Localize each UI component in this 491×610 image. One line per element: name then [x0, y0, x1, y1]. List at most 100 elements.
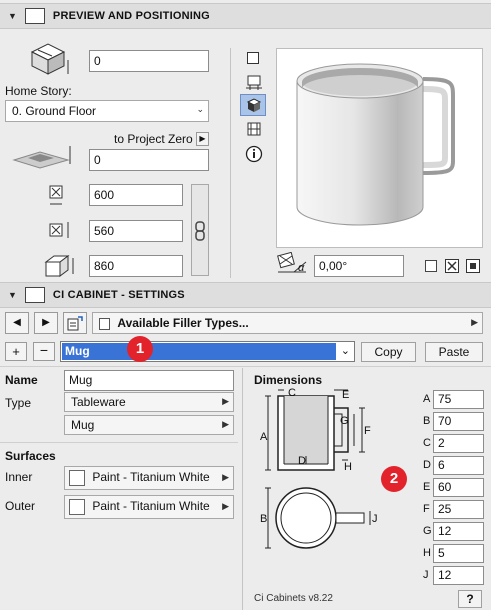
filler-types-dropdown[interactable]: Available Filler Types... ▶	[92, 312, 483, 334]
callout-badge-2: 2	[381, 466, 407, 492]
dim-field-d[interactable]: 6	[433, 456, 484, 475]
diagram-label-a: A	[260, 431, 268, 443]
chevron-down-icon: ⌄	[196, 104, 204, 114]
diagram-label-g: G	[340, 415, 349, 427]
3d-view-button[interactable]	[240, 94, 266, 116]
dimensions-label: Dimensions	[254, 373, 323, 387]
list-edit-icon	[67, 316, 83, 331]
outer-surface-dropdown[interactable]: Paint - Titanium White ▶	[64, 495, 234, 519]
add-item-button[interactable]: +	[5, 342, 27, 361]
mug-3d-preview	[296, 63, 455, 226]
item-select[interactable]: Mug ⌄	[60, 341, 355, 362]
project-zero-label: to Project Zero	[114, 132, 193, 146]
dim-label-e: E	[423, 481, 431, 493]
subtype-dropdown[interactable]: Mug ▶	[64, 415, 234, 435]
settings-section-title: CI CABINET - SETTINGS	[52, 289, 185, 301]
surfaces-label: Surfaces	[5, 449, 56, 463]
info-icon[interactable]	[245, 145, 263, 163]
mirror-x-icon[interactable]	[444, 258, 460, 274]
diagram-label-d: D	[298, 455, 306, 467]
type-label: Type	[5, 396, 32, 410]
diagram-label-c: C	[288, 387, 296, 399]
edit-list-button[interactable]	[63, 312, 87, 334]
height-field[interactable]: 860	[89, 255, 183, 277]
filler-icon	[99, 317, 110, 330]
preview-section-title: PREVIEW AND POSITIONING	[52, 10, 210, 22]
home-story-select[interactable]: 0. Ground Floor ⌄	[5, 100, 209, 122]
type-value: Tableware	[71, 395, 126, 409]
project-zero-menu-button[interactable]: ▶	[196, 132, 209, 146]
dim-field-c[interactable]: 2	[433, 434, 484, 453]
arrow-right-icon: ▶	[42, 317, 50, 328]
arrow-right-icon: ▶	[222, 419, 229, 429]
width-icon	[49, 185, 63, 205]
mirror-off-checkbox[interactable]	[425, 260, 437, 272]
cube-icon	[246, 98, 262, 112]
item-select-value: Mug	[62, 343, 336, 360]
diagram-label-j: J	[372, 513, 378, 525]
help-button[interactable]: ?	[458, 590, 482, 608]
paste-button[interactable]: Paste	[425, 342, 483, 362]
dim-field-h[interactable]: 5	[433, 544, 484, 563]
diagram-label-b: B	[260, 513, 267, 525]
dim-label-j: J	[423, 569, 429, 581]
dim-field-j[interactable]: 12	[433, 566, 484, 585]
plus-icon: +	[12, 344, 20, 359]
alpha-label: α	[298, 262, 305, 274]
positioning-icon	[24, 8, 45, 24]
diagram-label-e: E	[342, 389, 349, 401]
diagram-label-h: H	[344, 461, 352, 473]
preview-section-header[interactable]: ▼ PREVIEW AND POSITIONING	[0, 3, 491, 29]
dim-field-f[interactable]: 25	[433, 500, 484, 519]
collapse-triangle-icon[interactable]: ▼	[8, 290, 17, 300]
elevation-field[interactable]: 0	[89, 50, 209, 72]
next-button[interactable]: ▶	[34, 312, 58, 334]
elevation-icon	[30, 43, 69, 75]
arrow-right-icon: ▶	[222, 501, 229, 511]
home-story-value: 0. Ground Floor	[12, 104, 97, 118]
dim-field-e[interactable]: 60	[433, 478, 484, 497]
copy-button[interactable]: Copy	[361, 342, 416, 362]
chain-link-icon	[195, 221, 205, 241]
subtype-value: Mug	[71, 418, 95, 432]
arrow-left-icon: ◀	[13, 317, 21, 328]
dim-label-a: A	[423, 393, 431, 405]
callout-badge-1: 1	[127, 336, 153, 362]
home-story-label: Home Story:	[5, 84, 72, 98]
dim-label-f: F	[423, 503, 430, 515]
previous-button[interactable]: ◀	[5, 312, 29, 334]
inner-surface-dropdown[interactable]: Paint - Titanium White ▶	[64, 466, 234, 490]
dim-field-b[interactable]: 70	[433, 412, 484, 431]
inner-surface-label: Inner	[5, 470, 33, 484]
diagram-label-f: F	[364, 425, 371, 437]
project-zero-field[interactable]: 0	[89, 149, 209, 171]
inner-surface-value: Paint - Titanium White	[92, 470, 210, 485]
elevation-view-icon[interactable]	[244, 74, 264, 92]
dim-label-g: G	[423, 525, 432, 537]
name-field[interactable]: Mug	[64, 370, 234, 391]
outer-surface-value: Paint - Titanium White	[92, 499, 210, 514]
type-dropdown[interactable]: Tableware ▶	[64, 392, 234, 412]
width-field[interactable]: 600	[89, 184, 183, 206]
mirror-mode-icon[interactable]	[465, 258, 481, 274]
proportion-lock[interactable]	[191, 184, 209, 276]
name-label: Name	[5, 373, 38, 387]
project-zero-icon	[12, 146, 71, 169]
minus-icon: −	[39, 342, 49, 358]
collapse-triangle-icon[interactable]: ▼	[8, 11, 17, 21]
depth-icon	[49, 222, 69, 238]
arrow-right-icon: ▶	[222, 472, 229, 482]
rotation-angle-icon	[277, 252, 307, 273]
chevron-down-icon: ⌄	[340, 345, 350, 357]
settings-section-header[interactable]: ▼ CI CABINET - SETTINGS	[0, 282, 491, 308]
cabinet-settings-icon	[24, 287, 45, 303]
3d-preview-canvas[interactable]	[276, 48, 483, 248]
remove-item-button[interactable]: −	[33, 342, 55, 361]
section-view-icon[interactable]	[246, 121, 262, 137]
rotation-angle-field[interactable]: 0,00°	[314, 255, 404, 277]
depth-field[interactable]: 560	[89, 220, 183, 242]
floor-plan-view-icon[interactable]	[247, 52, 259, 64]
dim-field-g[interactable]: 12	[433, 522, 484, 541]
dim-field-a[interactable]: 75	[433, 390, 484, 409]
divider	[0, 442, 238, 443]
